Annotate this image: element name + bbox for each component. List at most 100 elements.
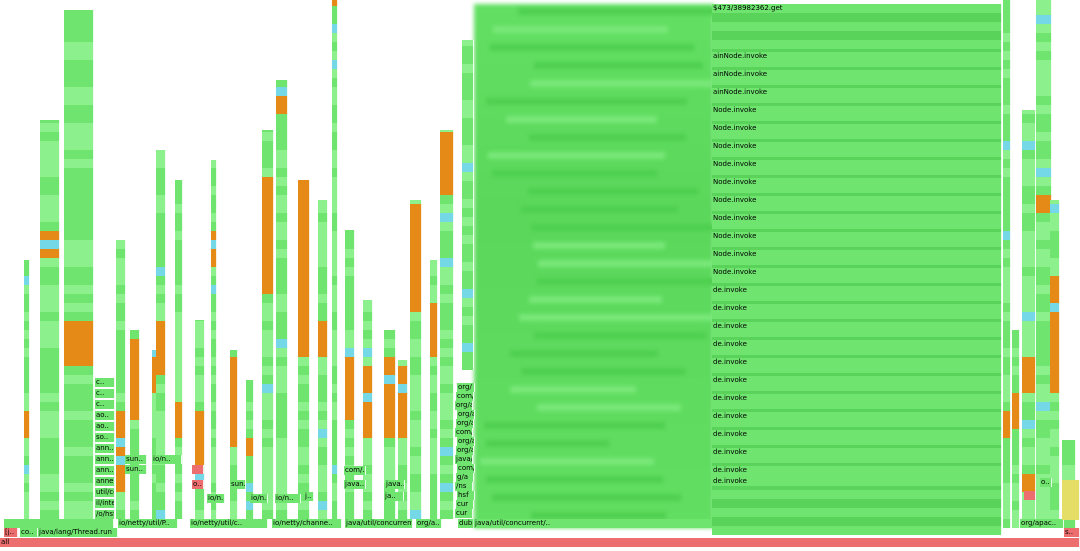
flame-frame-1043[interactable] <box>1012 501 1020 510</box>
flame-frame-693[interactable] <box>384 411 396 420</box>
flame-frame-93[interactable] <box>24 366 30 375</box>
flame-frame-639[interactable] <box>345 375 355 384</box>
flame-frame-1071[interactable] <box>1022 438 1036 447</box>
flame-frame-1179[interactable] <box>1050 402 1060 411</box>
flame-frame-85[interactable] <box>24 438 30 447</box>
flame-frame-48[interactable] <box>64 258 94 267</box>
flame-frame-604[interactable] <box>332 168 338 177</box>
flame-frame-859[interactable]: org/ <box>457 383 475 392</box>
flame-frame-471[interactable] <box>276 258 288 267</box>
flame-frame-1214[interactable]: s.. <box>1064 528 1080 537</box>
flame-frame-267[interactable] <box>175 474 183 483</box>
flame-frame-824[interactable] <box>440 168 454 177</box>
flame-frame-714[interactable] <box>398 411 408 420</box>
flame-frame-643[interactable] <box>345 339 355 348</box>
flame-frame-380[interactable] <box>230 366 238 375</box>
flame-frame-244[interactable] <box>156 312 166 321</box>
flame-frame-1209[interactable] <box>1062 465 1076 474</box>
flame-frame-320[interactable] <box>195 339 205 348</box>
flame-frame-58[interactable] <box>64 168 94 177</box>
flame-frame-1150[interactable] <box>1036 141 1052 150</box>
flame-frame-979[interactable]: de.invoke <box>712 448 1002 457</box>
flame-frame-198[interactable] <box>130 366 140 375</box>
flame-frame-495[interactable] <box>298 483 310 492</box>
flame-frame-617[interactable] <box>332 51 338 60</box>
flame-frame-290[interactable] <box>175 267 183 276</box>
flame-frame-462[interactable] <box>276 339 288 348</box>
flame-frame-0[interactable] <box>4 519 114 528</box>
flame-frame-1033[interactable] <box>1003 60 1011 69</box>
flame-frame-130[interactable] <box>40 294 60 303</box>
flame-frame-1074[interactable] <box>1022 411 1036 420</box>
flame-frame-848[interactable]: /ns <box>455 482 473 491</box>
flame-frame-1032[interactable] <box>1003 69 1011 78</box>
flame-frame-353[interactable] <box>211 249 217 258</box>
flame-frame-690[interactable] <box>384 438 396 447</box>
flame-frame-551[interactable] <box>318 321 328 330</box>
flame-frame-881[interactable] <box>462 172 474 181</box>
flame-frame-653[interactable] <box>345 249 355 258</box>
flame-frame-747[interactable] <box>410 276 422 285</box>
flame-frame-619[interactable] <box>332 33 338 42</box>
flame-frame-236[interactable] <box>156 384 166 393</box>
flame-frame-776[interactable] <box>430 339 438 348</box>
flame-frame-798[interactable] <box>440 402 454 411</box>
flame-frame-626[interactable] <box>345 492 355 501</box>
flame-frame-101[interactable] <box>24 294 30 303</box>
flame-frame-1082[interactable] <box>1022 339 1036 348</box>
flame-frame-655[interactable] <box>345 231 355 240</box>
flame-frame-332[interactable] <box>211 438 217 447</box>
flame-frame-68[interactable] <box>64 78 94 87</box>
flame-frame-745[interactable] <box>410 294 422 303</box>
flame-frame-1104[interactable] <box>1022 141 1036 150</box>
flame-frame-128[interactable] <box>40 312 60 321</box>
flame-frame-761[interactable] <box>430 474 438 483</box>
flame-frame-586[interactable] <box>332 330 338 339</box>
flame-frame-517[interactable] <box>298 285 310 294</box>
flame-frame-809[interactable] <box>440 303 454 312</box>
flame-frame-239[interactable] <box>156 357 166 366</box>
flame-frame-541[interactable] <box>318 411 328 420</box>
flame-frame-309[interactable] <box>195 438 205 447</box>
flame-frame-183[interactable] <box>130 501 140 510</box>
flame-frame-490[interactable] <box>276 87 288 96</box>
flame-frame-546[interactable] <box>318 366 328 375</box>
flame-frame-339[interactable] <box>211 375 217 384</box>
flame-frame-888[interactable] <box>462 109 474 118</box>
flame-frame-529[interactable] <box>298 180 310 186</box>
flame-frame-457[interactable] <box>276 384 288 393</box>
flame-frame-1057[interactable] <box>1012 375 1020 384</box>
flame-frame-117[interactable] <box>40 411 60 420</box>
flame-frame-83[interactable] <box>24 456 30 465</box>
flame-frame-64[interactable] <box>64 114 94 123</box>
flame-frame-287[interactable] <box>175 294 183 303</box>
flame-frame-591[interactable] <box>332 285 338 294</box>
flame-frame-97[interactable] <box>24 330 30 339</box>
flame-frame-1094[interactable] <box>1022 231 1036 240</box>
flame-frame-963[interactable]: Node.invoke <box>712 160 1002 169</box>
flame-frame-1176[interactable] <box>1050 429 1060 438</box>
flame-frame-102[interactable] <box>24 285 30 294</box>
flame-frame-611[interactable] <box>332 105 338 114</box>
flame-frame-552[interactable] <box>318 312 328 321</box>
flame-frame-53[interactable] <box>64 213 94 222</box>
flame-frame-1008[interactable] <box>1003 285 1011 294</box>
flame-frame-279[interactable] <box>175 366 183 375</box>
flame-frame-137[interactable] <box>40 231 60 240</box>
flame-frame-87[interactable] <box>24 420 30 429</box>
flame-frame-196[interactable] <box>130 384 140 393</box>
flame-frame-311[interactable] <box>195 420 205 429</box>
flame-frame-90[interactable] <box>24 393 30 402</box>
flame-frame-402[interactable] <box>262 483 274 492</box>
flame-frame-1020[interactable] <box>1003 177 1011 186</box>
flame-frame-324[interactable] <box>211 510 217 519</box>
flame-frame-62[interactable] <box>64 132 94 141</box>
flame-frame-701[interactable] <box>384 339 396 348</box>
flame-frame-234[interactable] <box>156 402 166 411</box>
flame-frame-710[interactable] <box>398 447 408 456</box>
flame-frame-579[interactable] <box>332 393 338 402</box>
flame-frame-388[interactable] <box>246 465 254 474</box>
flame-frame-891[interactable] <box>462 82 474 91</box>
flame-frame-731[interactable] <box>410 420 422 429</box>
flame-frame-54[interactable] <box>64 204 94 213</box>
